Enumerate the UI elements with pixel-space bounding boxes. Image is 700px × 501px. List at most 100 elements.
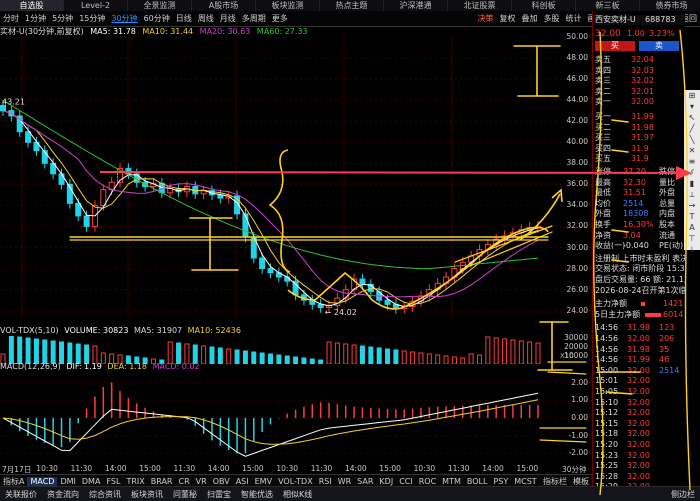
drawing-tool-3[interactable]: ╱ [684, 123, 700, 134]
indicator-tab-19[interactable]: MTM [439, 477, 464, 486]
drawing-tool-10[interactable]: → [684, 200, 700, 211]
status-item-1[interactable]: 资金流向 [42, 489, 84, 500]
period-6[interactable]: 日线 [173, 13, 195, 24]
indicator-tab-4[interactable]: FSL [103, 477, 123, 486]
nav-tab-5[interactable]: 热点主题 [320, 0, 384, 11]
nav-tab-9[interactable]: 新三板 [576, 0, 640, 11]
nav-tab-0[interactable]: 自选股 [0, 0, 64, 11]
indicator-tab-11[interactable]: EMV [252, 477, 275, 486]
indicator-tab-0[interactable]: 指标A [0, 476, 27, 487]
indicator-tab-2[interactable]: DMI [57, 477, 78, 486]
ma-info-bar: 实材-U(30分钟,前复权) MA5: 31.78 MA10: 31.44 MA… [0, 26, 592, 37]
drawing-tool-14[interactable]: ⊥ [684, 244, 700, 255]
indicator-tab-21[interactable]: PSY [490, 477, 511, 486]
nav-tab-7[interactable]: 北证股票 [448, 0, 512, 11]
drawing-tool-2[interactable]: ↖ [684, 112, 700, 123]
status-item-5[interactable]: 扫雷宝 [202, 489, 236, 500]
drawing-tool-13[interactable]: ⊤ [684, 233, 700, 244]
period-10[interactable]: 更多 [269, 13, 291, 24]
macd-tick-1: 1.00 [571, 395, 588, 405]
period-3[interactable]: 15分钟 [76, 13, 108, 24]
stock-change-pct: 3.23% [649, 29, 675, 38]
indicator-tab-7[interactable]: CR [176, 477, 193, 486]
indicator-tab-8[interactable]: VR [193, 477, 210, 486]
status-item-7[interactable]: 相似K线 [278, 489, 317, 500]
indicator-tab-17[interactable]: CCI [396, 477, 416, 486]
status-item-3[interactable]: 板块资讯 [126, 489, 168, 500]
drawing-tool-9[interactable]: ⟂ [684, 189, 700, 200]
period-9[interactable]: 多周期 [239, 13, 269, 24]
status-item-6[interactable]: 智能优选 [236, 489, 278, 500]
volume-chart[interactable] [0, 336, 592, 364]
price-chart[interactable]: 43.21 ← 24.02 [0, 37, 592, 317]
tick-price: 32.00 [627, 471, 650, 481]
sell-button[interactable]: 卖 [639, 41, 679, 51]
indicator-tab-1[interactable]: MACD [27, 476, 58, 486]
buy-button[interactable]: 买 [595, 41, 635, 51]
time-tick-1: 10:30 [36, 464, 58, 473]
period-2[interactable]: 5分钟 [49, 13, 76, 24]
toolbar-item-3[interactable]: 多股 [541, 13, 563, 24]
drawing-tool-8[interactable]: ▮ [684, 178, 700, 189]
stat-value: 32.30 [623, 177, 646, 187]
macd-value: MACD: 0.02 [152, 362, 200, 371]
stat-row: 最高 32.30 量比 [593, 178, 685, 188]
period-7[interactable]: 周线 [195, 13, 217, 24]
indicator-tab-6[interactable]: BRAR [148, 477, 176, 486]
status-item-8[interactable]: 侧边栏 [666, 489, 700, 500]
indicator-tab-16[interactable]: KDJ [376, 477, 396, 486]
stat-label: 收益(一) [595, 241, 626, 251]
ask-price: 32.02 [631, 76, 654, 86]
macd-tick-0: 2.00 [571, 377, 588, 387]
indicator-tab-22[interactable]: MCST [511, 477, 539, 486]
nav-tab-10[interactable]: 债券市场 [640, 0, 700, 11]
fund-flow-row: 5日主力净额 6014 [593, 310, 685, 320]
nav-tab-4[interactable]: 板块监测 [256, 0, 320, 11]
period-5[interactable]: 60分钟 [141, 13, 173, 24]
indicator-tab-13[interactable]: RSI [316, 477, 335, 486]
toolbar-item-1[interactable]: 复权 [497, 13, 519, 24]
nav-tab-6[interactable]: 沪深港通 [384, 0, 448, 11]
status-item-0[interactable]: 关联报价 [0, 489, 42, 500]
status-item-2[interactable]: 综合资讯 [84, 489, 126, 500]
tick-volume: 46 [659, 355, 670, 365]
period-8[interactable]: 月线 [217, 13, 239, 24]
indicator-right-0[interactable]: 指标栏 [540, 476, 570, 487]
drawing-tool-0[interactable]: ⊞ [684, 90, 700, 101]
drawing-tool-7[interactable]: ⫽ [684, 167, 700, 178]
status-item-4[interactable]: 问董秘 [168, 489, 202, 500]
indicator-tab-3[interactable]: DMA [79, 477, 104, 486]
high-price-label: 43.21 [2, 97, 25, 106]
drawing-tool-6[interactable]: ≡ [684, 156, 700, 167]
period-4[interactable]: 30分钟 [108, 13, 140, 24]
indicator-tab-10[interactable]: ASI [233, 477, 252, 486]
nav-tab-2[interactable]: 全景监测 [128, 0, 192, 11]
indicator-tab-12[interactable]: VOL-TDX [275, 477, 316, 486]
drawing-tool-11[interactable]: T [684, 211, 700, 222]
candle-body [58, 173, 65, 185]
toolbar-item-2[interactable]: 叠加 [519, 13, 541, 24]
stat-label: 涨停 [595, 167, 611, 176]
period-0[interactable]: 分时 [0, 13, 22, 24]
toolbar-item-4[interactable]: 统计 [563, 13, 585, 24]
indicator-tab-18[interactable]: ROC [416, 477, 439, 486]
indicator-tab-5[interactable]: TRIX [123, 477, 147, 486]
indicator-tab-9[interactable]: OBV [210, 477, 233, 486]
nav-tab-8[interactable]: 科创板 [512, 0, 576, 11]
ask-price: 32.04 [631, 55, 654, 64]
period-1[interactable]: 1分钟 [22, 13, 49, 24]
indicator-tab-20[interactable]: BOLL [464, 477, 491, 486]
toolbar-item-0[interactable]: 决策 [475, 13, 497, 24]
drawing-tool-4[interactable]: ╲ [684, 134, 700, 145]
nav-tab-1[interactable]: Level-2 [64, 0, 128, 11]
drawing-tool-5[interactable]: ✕ [684, 145, 700, 156]
indicator-right-1[interactable]: 模板 [570, 476, 592, 487]
indicator-tab-14[interactable]: WR [335, 477, 354, 486]
indicator-tab-15[interactable]: SAR [354, 477, 376, 486]
macd-chart[interactable] [0, 372, 592, 464]
stat-value: 3.04 [623, 230, 641, 240]
nav-tab-3[interactable]: A股市场 [192, 0, 256, 11]
ask-price: 32.01 [631, 86, 654, 96]
drawing-tool-1[interactable]: ▾ [684, 101, 700, 112]
drawing-tool-12[interactable]: A [684, 222, 700, 233]
